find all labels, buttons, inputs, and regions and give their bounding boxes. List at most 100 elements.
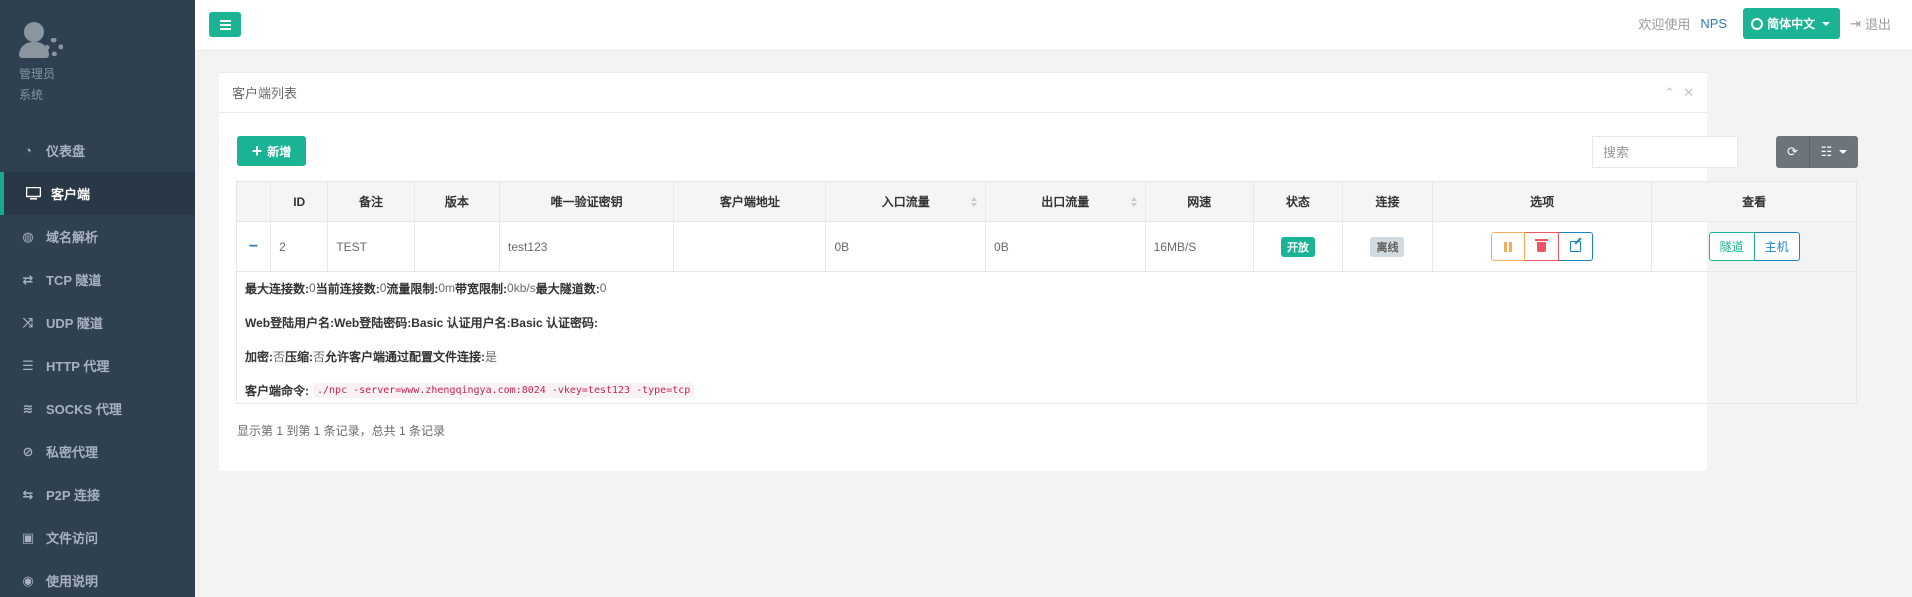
sidebar-item-label: 客户端 — [51, 187, 91, 202]
detail-label: Basic 认证密码: — [510, 315, 598, 330]
row-detail: 最大连接数: 0 当前连接数: 0 流量限制: 0m 带宽限制: 0kb/s 最… — [236, 271, 1857, 404]
sidebar-item-domain[interactable]: ◍ 域名解析 — [0, 215, 195, 258]
detail-line-limits: 最大连接数: 0 当前连接数: 0 流量限制: 0m 带宽限制: 0kb/s 最… — [245, 271, 1848, 305]
detail-label: 客户端命令: — [245, 383, 309, 398]
logout-label: 退出 — [1864, 17, 1891, 32]
pause-button[interactable] — [1491, 232, 1526, 261]
edit-button[interactable] — [1559, 232, 1594, 261]
sidebar-item-dashboard[interactable]: ◔ 仪表盘 — [0, 129, 195, 172]
panel-tools: ⌃ ✕ — [1664, 85, 1694, 101]
topbar: 欢迎使用 NPS 简体中文 ⇥ 退出 — [195, 0, 1912, 51]
exchange-icon: ⇆ — [22, 486, 34, 502]
column-header-sortable[interactable]: 出口流量 — [985, 181, 1146, 222]
retweet-icon: ⇄ — [22, 271, 34, 287]
list-icon: ☰ — [22, 357, 34, 373]
table-header-row: ID 备注 版本 唯一验证密钥 客户端地址 入口流量 出口流量 网速 状态 连接… — [235, 181, 1857, 222]
sign-out-icon: ⇥ — [1850, 15, 1861, 31]
sidebar-item-label: UDP 隧道 — [46, 316, 103, 331]
detail-value: 0kb/s — [507, 281, 536, 295]
caret-down-icon — [1822, 21, 1831, 26]
column-header-sortable[interactable]: 入口流量 — [825, 181, 987, 222]
hamburger-icon — [219, 19, 231, 22]
sidebar-item-label: 使用说明 — [46, 574, 99, 589]
column-header[interactable]: 版本 — [413, 181, 501, 222]
cell-view: 隧道 主机 — [1651, 221, 1857, 272]
topbar-right: 欢迎使用 NPS 简体中文 ⇥ 退出 — [1638, 8, 1891, 39]
sidebar-item-p2p[interactable]: ⇆ P2P 连接 — [0, 473, 195, 516]
globe-icon: ◍ — [22, 228, 34, 244]
columns-dropdown[interactable]: ☷ — [1810, 136, 1858, 168]
sidebar-item-http[interactable]: ☰ HTTP 代理 — [0, 344, 195, 387]
trash-icon — [1535, 238, 1549, 252]
lightbulb-icon: ◉ — [22, 572, 34, 588]
column-header[interactable]: ID — [270, 181, 329, 222]
detail-line-flags: 加密: 否 压缩: 否 允许客户端通过配置文件连接: 是 — [245, 339, 1848, 373]
column-header[interactable]: 连接 — [1341, 181, 1434, 222]
caret-down-icon — [1839, 150, 1848, 154]
eye-slash-icon: ⊘ — [22, 443, 34, 459]
cell-id: 2 — [270, 221, 329, 272]
sidebar-item-help[interactable]: ◉ 使用说明 — [0, 559, 195, 597]
delete-button[interactable] — [1525, 232, 1560, 261]
cell-export-flow: 0B — [985, 221, 1146, 272]
role-line2: 系统 — [19, 88, 44, 102]
column-header[interactable]: 客户端地址 — [673, 181, 827, 222]
close-icon[interactable]: ✕ — [1683, 85, 1694, 101]
cell-status: 开放 — [1252, 221, 1343, 272]
detail-value: 0 — [379, 281, 387, 295]
plus-icon: + — [251, 141, 263, 161]
add-label: 新增 — [267, 144, 292, 159]
view-host-button[interactable]: 主机 — [1754, 232, 1800, 261]
column-header: 选项 — [1432, 181, 1653, 222]
detail-value: 0 — [599, 281, 607, 295]
column-header[interactable]: 唯一验证密钥 — [499, 181, 675, 222]
view-group: 隧道 主机 — [1660, 232, 1848, 261]
sidebar-item-file[interactable]: ▣ 文件访问 — [0, 516, 195, 559]
language-dropdown[interactable]: 简体中文 — [1743, 8, 1841, 39]
language-label: 简体中文 — [1767, 17, 1816, 31]
sidebar-item-label: SOCKS 代理 — [46, 402, 122, 417]
cell-connection: 离线 — [1341, 221, 1434, 272]
client-table: ID 备注 版本 唯一验证密钥 客户端地址 入口流量 出口流量 网速 状态 连接… — [235, 181, 1857, 272]
cell-inlet-flow: 0B — [825, 221, 987, 272]
menu-toggle-button[interactable] — [209, 12, 241, 37]
detail-value: 0 — [309, 281, 316, 295]
dashboard-icon: ◔ — [24, 143, 32, 158]
cell-options — [1432, 221, 1653, 272]
status-badge: 开放 — [1280, 236, 1315, 257]
random-icon: ⤨ — [22, 314, 34, 330]
sidebar-item-client[interactable]: 客户端 — [0, 172, 195, 215]
welcome-text: 欢迎使用 — [1638, 17, 1691, 32]
detail-label: 当前连接数: — [315, 281, 380, 296]
sidebar-item-label: HTTP 代理 — [46, 359, 110, 374]
detail-line-command: 客户端命令: ./npc -server=www.zhengqingya.com:… — [245, 373, 1848, 407]
globe-icon — [1751, 17, 1764, 30]
logout-button[interactable]: ⇥ 退出 — [1850, 14, 1891, 33]
client-command: ./npc -server=www.zhengqingya.com:8024 -… — [313, 382, 695, 398]
search-input[interactable] — [1592, 136, 1738, 168]
row-collapse-toggle[interactable]: − — [235, 221, 272, 272]
view-tunnel-button[interactable]: 隧道 — [1708, 232, 1755, 261]
detail-label: 流量限制: — [386, 281, 439, 296]
add-button[interactable]: + 新增 — [237, 136, 306, 166]
sidebar-item-udp[interactable]: ⤨ UDP 隧道 — [0, 301, 195, 344]
table-row: − 2 TEST test123 0B 0B 16MB/S 开放 离线 隧道 主… — [235, 221, 1857, 272]
collapse-icon[interactable]: ⌃ — [1664, 85, 1675, 101]
sidebar-item-label: 域名解析 — [46, 230, 99, 245]
sidebar-item-tcp[interactable]: ⇄ TCP 隧道 — [0, 258, 195, 301]
column-header[interactable]: 网速 — [1144, 181, 1254, 222]
detail-label: 允许客户端通过配置文件连接: — [325, 349, 486, 364]
sidebar-item-label: 文件访问 — [46, 531, 99, 546]
column-header[interactable]: 状态 — [1252, 181, 1343, 222]
column-header[interactable]: 备注 — [327, 181, 415, 222]
pause-icon — [1504, 241, 1513, 252]
sidebar-item-socks[interactable]: ≋ SOCKS 代理 — [0, 387, 195, 430]
layers-icon: ≋ — [22, 400, 34, 416]
brand-link[interactable]: NPS — [1700, 16, 1727, 31]
table-toolbar: ⟳ ☷ — [1776, 136, 1858, 168]
cell-rate: 16MB/S — [1144, 221, 1254, 272]
detail-value: 0m — [438, 281, 456, 295]
refresh-button[interactable]: ⟳ — [1776, 136, 1810, 168]
sidebar: 管理员 系统 ◔ 仪表盘 客户端 ◍ 域名解析 ⇄ TCP 隧道 ⤨ UDP 隧… — [0, 0, 195, 597]
sidebar-item-secret[interactable]: ⊘ 私密代理 — [0, 430, 195, 473]
